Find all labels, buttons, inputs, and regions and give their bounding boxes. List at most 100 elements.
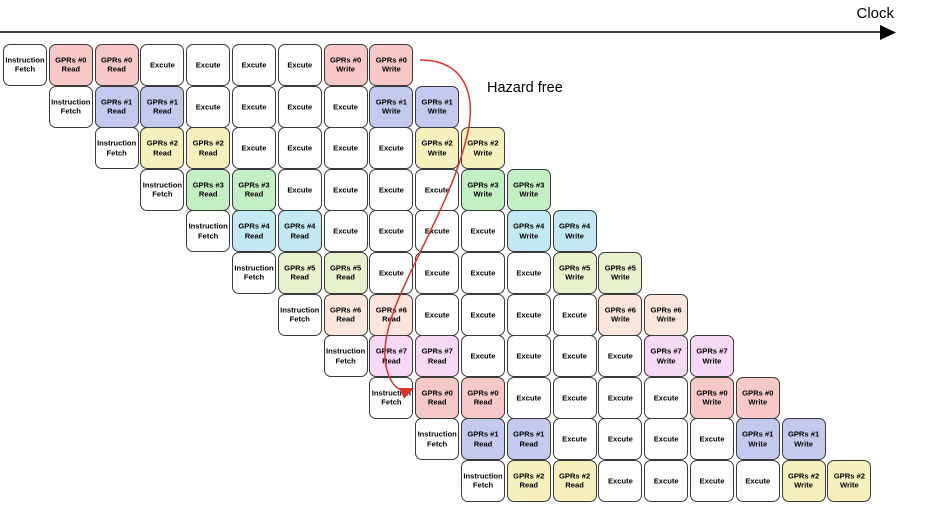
pipeline-stage-execute: Excute bbox=[277, 44, 322, 86]
pipeline-stage-label: GPRs #1 Write bbox=[742, 429, 774, 449]
pipeline-stage-execute: Excute bbox=[369, 127, 414, 170]
pipeline-stage-execute: Excute bbox=[277, 85, 322, 128]
pipeline-stage-write: GPRs #3 Write bbox=[460, 168, 505, 211]
pipeline-stage-read: GPRs #2 Read bbox=[552, 460, 597, 502]
pipeline-stage-write: GPRs #2 Write bbox=[827, 460, 872, 502]
pipeline-stage-label: Excute bbox=[470, 268, 496, 278]
pipeline-stage-label: Instruction Fetch bbox=[417, 429, 457, 449]
pipeline-stage-execute: Excute bbox=[552, 335, 597, 378]
pipeline-stage-write: GPRs #6 Write bbox=[644, 293, 689, 336]
pipeline-stage-read: GPRs #1 Read bbox=[94, 85, 139, 128]
pipeline-stage-label: Excute bbox=[562, 434, 588, 444]
pipeline-stage-execute: Excute bbox=[460, 293, 505, 336]
pipeline-stage-execute: Excute bbox=[506, 335, 551, 378]
pipeline-stage-write: GPRs #0 Write bbox=[369, 44, 414, 86]
pipeline-stage-write: GPRs #4 Write bbox=[506, 210, 551, 253]
pipeline-stage-label: Excute bbox=[653, 476, 679, 486]
pipeline-row: Instruction Fetch GPRs #3 Read GPRs #3 Read Ex… bbox=[140, 168, 552, 213]
pipeline-stage-fetch: Instruction Fetch bbox=[369, 376, 414, 419]
pipeline-row: Instruction Fetch GPRs #6 Read GPRs #6 Read Ex… bbox=[277, 293, 690, 338]
pipeline-stage-label: GPRs #2 Write bbox=[787, 471, 820, 490]
pipeline-row: Instruction Fetch GPRs #2 Read GPRs #2 Read Ex… bbox=[94, 127, 507, 171]
pipeline-stage-label: GPRs #1 Read bbox=[467, 429, 499, 449]
pipeline-stage-read: GPRs #3 Read bbox=[231, 168, 276, 211]
pipeline-stage-write: GPRs #6 Write bbox=[598, 293, 643, 336]
pipeline-stage-execute: Excute bbox=[735, 460, 780, 502]
pipeline-stage-label: GPRs #0 Write bbox=[742, 388, 774, 407]
pipeline-stage-label: GPRs #4 Read bbox=[238, 221, 270, 241]
pipeline-stage-label: GPRs #6 Write bbox=[604, 305, 636, 324]
pipeline-stage-label: GPRs #1 Read bbox=[146, 97, 179, 116]
pipeline-stage-write: GPRs #0 Write bbox=[689, 376, 734, 419]
pipeline-stage-read: GPRs #7 Read bbox=[369, 335, 414, 378]
pipeline-stage-write: GPRs #0 Write bbox=[323, 44, 368, 86]
pipeline-stage-label: Excute bbox=[699, 476, 725, 486]
pipeline-stage-label: GPRs #6 Write bbox=[650, 305, 682, 324]
pipeline-stage-execute: Excute bbox=[186, 85, 231, 128]
pipeline-stage-label: Instruction Fetch bbox=[371, 388, 411, 407]
pipeline-stage-label: Excute bbox=[424, 226, 450, 236]
pipeline-stage-label: GPRs #2 Read bbox=[513, 471, 545, 490]
pipeline-row: Instruction Fetch GPRs #1 Read GPRs #1 Read Ex… bbox=[415, 418, 827, 462]
pipeline-stage-fetch: Instruction Fetch bbox=[140, 168, 185, 211]
pipeline-stage-fetch: Instruction Fetch bbox=[277, 293, 322, 336]
pipeline-stage-write: GPRs #4 Write bbox=[552, 210, 597, 253]
pipeline-stage-label: Excute bbox=[470, 226, 496, 236]
pipeline-stage-label: GPRs #4 Read bbox=[284, 221, 316, 241]
pipeline-stage-label: Excute bbox=[607, 351, 633, 361]
pipeline-stage-fetch: Instruction Fetch bbox=[323, 335, 368, 378]
pipeline-stage-label: Excute bbox=[287, 185, 313, 195]
pipeline-stage-read: GPRs #4 Read bbox=[277, 210, 322, 253]
pipeline-stage-label: GPRs #7 Read bbox=[375, 346, 408, 366]
pipeline-stage-read: GPRs #3 Read bbox=[186, 168, 231, 211]
pipeline-stage-fetch: Instruction Fetch bbox=[94, 127, 139, 170]
pipeline-stage-write: GPRs #7 Write bbox=[689, 335, 734, 378]
pipeline-stage-label: GPRs #6 Read bbox=[329, 305, 362, 324]
pipeline-stage-label: GPRs #0 Write bbox=[696, 388, 728, 407]
pipeline-stage-label: Excute bbox=[378, 268, 404, 278]
pipeline-stage-label: Excute bbox=[424, 268, 450, 278]
pipeline-stage-label: GPRs #1 Read bbox=[100, 97, 133, 116]
pipeline-stage-read: GPRs #6 Read bbox=[323, 293, 368, 336]
pipeline-stage-execute: Excute bbox=[460, 210, 505, 253]
pipeline-stage-execute: Excute bbox=[186, 44, 231, 86]
pipeline-stage-read: GPRs #1 Read bbox=[140, 85, 185, 128]
pipeline-stage-label: Excute bbox=[378, 143, 404, 153]
pipeline-stage-label: Excute bbox=[333, 185, 359, 195]
pipeline-stage-label: GPRs #4 Write bbox=[558, 221, 591, 241]
pipeline-stage-label: Excute bbox=[699, 434, 725, 444]
pipeline-stage-label: Excute bbox=[195, 101, 221, 111]
pipeline-stage-execute: Excute bbox=[598, 418, 643, 461]
pipeline-stage-label: GPRs #7 Read bbox=[421, 346, 453, 366]
pipeline-stage-label: Instruction Fetch bbox=[5, 55, 45, 74]
pipeline-stage-execute: Excute bbox=[598, 460, 643, 502]
pipeline-stage-read: GPRs #6 Read bbox=[369, 293, 414, 336]
pipeline-stage-write: GPRs #7 Write bbox=[644, 335, 689, 378]
pipeline-stage-label: Excute bbox=[333, 101, 359, 111]
pipeline-stage-execute: Excute bbox=[277, 127, 322, 170]
pipeline-stage-label: Excute bbox=[516, 309, 542, 319]
pipeline-row: Instruction Fetch GPRs #4 Read GPRs #4 Read Ex… bbox=[186, 210, 598, 254]
pipeline-stage-execute: Excute bbox=[689, 460, 734, 502]
pipeline-stage-execute: Excute bbox=[644, 460, 689, 502]
pipeline-stage-write: GPRs #1 Write bbox=[415, 85, 460, 128]
pipeline-stage-label: Excute bbox=[653, 434, 679, 444]
pipeline-stage-label: Instruction Fetch bbox=[188, 221, 228, 241]
pipeline-stage-execute: Excute bbox=[369, 210, 414, 253]
pipeline-stage-execute: Excute bbox=[277, 168, 322, 211]
pipeline-stage-label: GPRs #2 Write bbox=[467, 138, 499, 158]
pipeline-stage-write: GPRs #1 Write bbox=[735, 418, 780, 461]
pipeline-stage-execute: Excute bbox=[460, 252, 505, 294]
pipeline-stage-label: GPRs #2 Read bbox=[558, 471, 591, 490]
pipeline-stage-label: GPRs #0 Read bbox=[100, 55, 133, 74]
pipeline-stage-label: Excute bbox=[287, 143, 313, 153]
pipeline-stage-label: Instruction Fetch bbox=[325, 346, 366, 366]
pipeline-stage-execute: Excute bbox=[644, 376, 689, 419]
pipeline-stage-write: GPRs #5 Write bbox=[598, 252, 643, 294]
pipeline-stage-label: GPRs #0 Read bbox=[55, 55, 87, 74]
pipeline-stage-label: Excute bbox=[470, 351, 496, 361]
pipeline-stage-label: GPRs #7 Write bbox=[650, 346, 682, 366]
pipeline-stage-label: Instruction Fetch bbox=[234, 263, 274, 282]
pipeline-stage-execute: Excute bbox=[506, 252, 551, 294]
pipeline-stage-label: Instruction Fetch bbox=[463, 471, 503, 490]
